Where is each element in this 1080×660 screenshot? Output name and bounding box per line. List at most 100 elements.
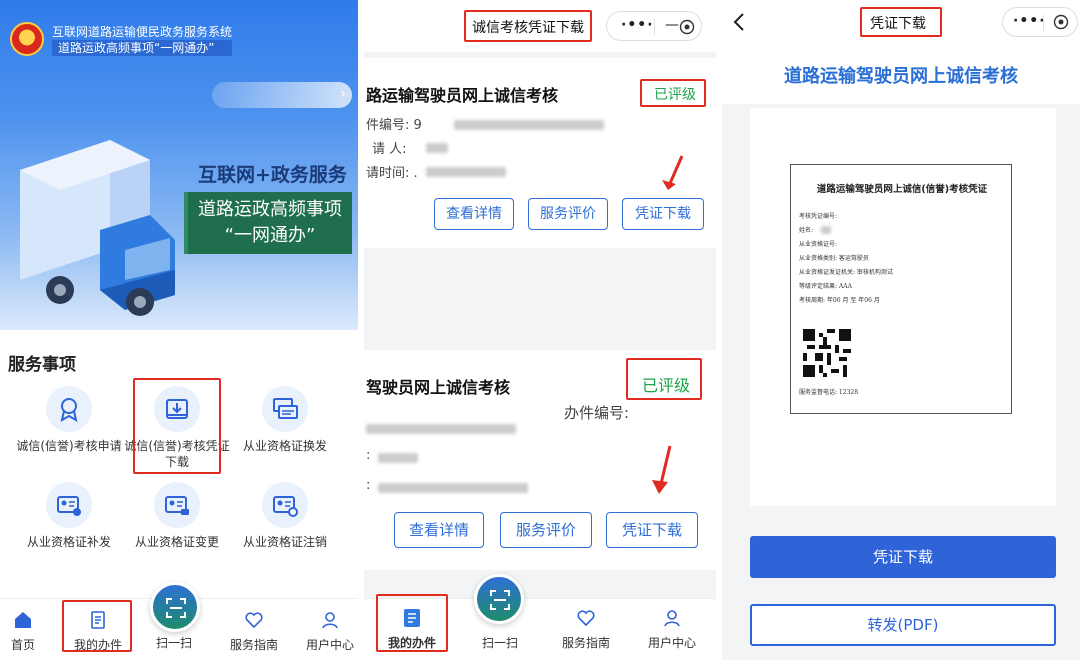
- nav-bar: 诚信考核凭证下载 ·••· —: [364, 0, 716, 52]
- highlight-status: [626, 358, 702, 400]
- service-label: 从业资格证注销: [242, 535, 327, 549]
- service-review-button[interactable]: 服务评价: [528, 198, 608, 230]
- case-card[interactable]: 驾驶员网上诚信考核 已评级 办件编号: : : 查看详情 服务评价 凭证下载: [364, 350, 716, 570]
- service-license-cancel[interactable]: 从业资格证注销: [230, 482, 340, 550]
- certificate-download-button[interactable]: 凭证下载: [606, 512, 698, 548]
- applicant-field: 请 人:: [372, 142, 407, 157]
- scan-button[interactable]: [150, 582, 200, 632]
- more-icon[interactable]: ·••·: [621, 17, 654, 33]
- system-name: 互联网道路运输便民政务服务系统: [52, 25, 233, 39]
- pointer-arrow-icon: [662, 155, 684, 190]
- slogan-banner: 道路运政高频事项 “一网通办”: [184, 192, 352, 254]
- highlight-status: [640, 79, 706, 107]
- certificate-document: 道路运输驾驶员网上诚信(信誉)考核凭证 考核凭证编号: 姓名: 从业资格证号: …: [790, 164, 1012, 414]
- card-swap-icon: [262, 386, 308, 432]
- minimize-icon[interactable]: —: [665, 17, 679, 33]
- service-license-change[interactable]: 从业资格证变更: [122, 482, 232, 550]
- back-arrow-icon[interactable]: [732, 12, 746, 32]
- tab-scan-label[interactable]: 扫一扫: [148, 634, 200, 651]
- close-target-icon[interactable]: [679, 19, 695, 35]
- scan-button[interactable]: [474, 574, 524, 624]
- case-card[interactable]: 路运输驾驶员网上诚信考核 已评级 件编号: 9 请 人: 请时间: . 查看详情…: [364, 58, 716, 248]
- close-target-icon[interactable]: [1053, 14, 1069, 30]
- tab-user-center[interactable]: 用户中心: [640, 607, 704, 651]
- truck-illustration: [20, 140, 175, 316]
- forward-pdf-button[interactable]: 转发(PDF): [750, 604, 1056, 646]
- scan-icon: [490, 590, 510, 610]
- id-card-cancel-icon: [262, 482, 308, 528]
- nav-bar: 凭证下载 ·••·: [722, 0, 1080, 44]
- highlight-my-cases-tab: [62, 600, 132, 652]
- certificate-line: 考核周期: 年06 月 至 年06 月: [799, 297, 880, 304]
- user-icon: [322, 612, 338, 629]
- case-list-screen: 诚信考核凭证下载 ·••· — 路运输驾驶员网上诚信考核 已评级 件编号: 9 …: [364, 0, 716, 660]
- tab-label: 用户中心: [647, 636, 696, 650]
- view-details-button[interactable]: 查看详情: [434, 198, 514, 230]
- tab-scan-label[interactable]: 扫一扫: [474, 634, 526, 651]
- id-card-edit-icon: [154, 482, 200, 528]
- case-field: :: [366, 478, 371, 493]
- highlight-my-cases-tab: [376, 594, 448, 652]
- scan-icon: [166, 598, 186, 618]
- highlight-credit-download: [133, 378, 221, 474]
- tab-home[interactable]: 首页: [6, 609, 40, 653]
- mini-program-capsule[interactable]: ·••· —: [606, 11, 702, 41]
- pointer-arrow-icon: [652, 445, 672, 494]
- more-icon[interactable]: ·••·: [1013, 13, 1046, 29]
- certificate-screen: 凭证下载 ·••· 道路运输驾驶员网上诚信考核 道路运输驾驶员网上诚信(信誉)考…: [722, 0, 1080, 660]
- tab-user-center[interactable]: 用户中心: [302, 609, 358, 653]
- tab-label: 用户中心: [305, 638, 354, 652]
- apply-time-field: 请时间: .: [366, 166, 418, 181]
- home-screen: 互联网道路运输便民政务服务系统 道路运政高频事项“一网通办” › 互联网+政务服…: [0, 0, 358, 660]
- certificate-hotline: 服务监督电话: 12328: [799, 389, 859, 396]
- service-credit-apply[interactable]: 诚信(信誉)考核申请: [14, 386, 124, 454]
- certificate-line: 从业资格证发证机关: 审核机构测试: [799, 269, 893, 276]
- user-icon: [664, 610, 680, 627]
- service-license-renew[interactable]: 从业资格证换发: [230, 386, 340, 454]
- system-subtitle: 道路运政高频事项“一网通办”: [52, 40, 233, 56]
- service-label: 诚信(信誉)考核申请: [16, 439, 122, 453]
- tab-label: 扫一扫: [481, 636, 518, 650]
- tab-label: 服务指南: [561, 636, 610, 650]
- service-label: 从业资格证变更: [134, 535, 219, 549]
- certificate-download-button[interactable]: 凭证下载: [750, 536, 1056, 578]
- highlight-nav-title: [464, 10, 592, 42]
- home-icon: [15, 612, 31, 628]
- certificate-preview[interactable]: 道路运输驾驶员网上诚信(信誉)考核凭证 考核凭证编号: 姓名: 从业资格证号: …: [750, 108, 1056, 506]
- tab-label: 扫一扫: [155, 636, 192, 650]
- service-license-reissue[interactable]: 从业资格证补发: [14, 482, 124, 550]
- heart-icon: [245, 612, 263, 629]
- national-emblem-icon: [10, 22, 44, 56]
- service-review-button[interactable]: 服务评价: [500, 512, 592, 548]
- certificate-line: 等级评定结果: AAA: [799, 283, 852, 290]
- page-title: 道路运输驾驶员网上诚信考核: [784, 66, 1018, 87]
- banner-carousel-thumb[interactable]: ›: [212, 82, 352, 108]
- certificate-heading: 道路运输驾驶员网上诚信(信誉)考核凭证: [816, 184, 988, 195]
- slogan-banner-line1: 道路运政高频事项: [198, 199, 342, 220]
- slogan-banner-line2: “一网通办”: [224, 225, 316, 246]
- tab-service-guide[interactable]: 服务指南: [226, 609, 282, 653]
- case-title: 路运输驾驶员网上诚信考核: [366, 86, 559, 105]
- service-label: 从业资格证换发: [242, 439, 327, 453]
- system-header: 互联网道路运输便民政务服务系统 道路运政高频事项“一网通办”: [52, 24, 233, 56]
- heart-icon: [577, 610, 595, 627]
- qr-code-icon: [803, 329, 851, 377]
- case-number-field: 办件编号:: [564, 404, 630, 422]
- services-title: 服务事项: [8, 355, 76, 375]
- case-number-field: 件编号: 9: [366, 118, 422, 133]
- view-details-button[interactable]: 查看详情: [394, 512, 484, 548]
- slogan-internet-gov: 互联网+政务服务: [198, 164, 347, 186]
- certificate-line: 从业资格类别: 客运驾驶员: [799, 255, 869, 262]
- tab-service-guide[interactable]: 服务指南: [554, 607, 618, 651]
- certificate-line: 考核凭证编号:: [799, 213, 838, 220]
- chevron-right-icon: ›: [340, 86, 346, 102]
- id-card-add-icon: [46, 482, 92, 528]
- highlight-nav-title: [860, 7, 942, 37]
- service-label: 从业资格证补发: [26, 535, 111, 549]
- certificate-download-button[interactable]: 凭证下载: [622, 198, 704, 230]
- mini-program-capsule[interactable]: ·••·: [1002, 7, 1078, 37]
- tab-label: 服务指南: [229, 638, 278, 652]
- certificate-line: 从业资格证号:: [799, 241, 838, 248]
- case-field: :: [366, 448, 371, 463]
- certificate-medal-icon: [46, 386, 92, 432]
